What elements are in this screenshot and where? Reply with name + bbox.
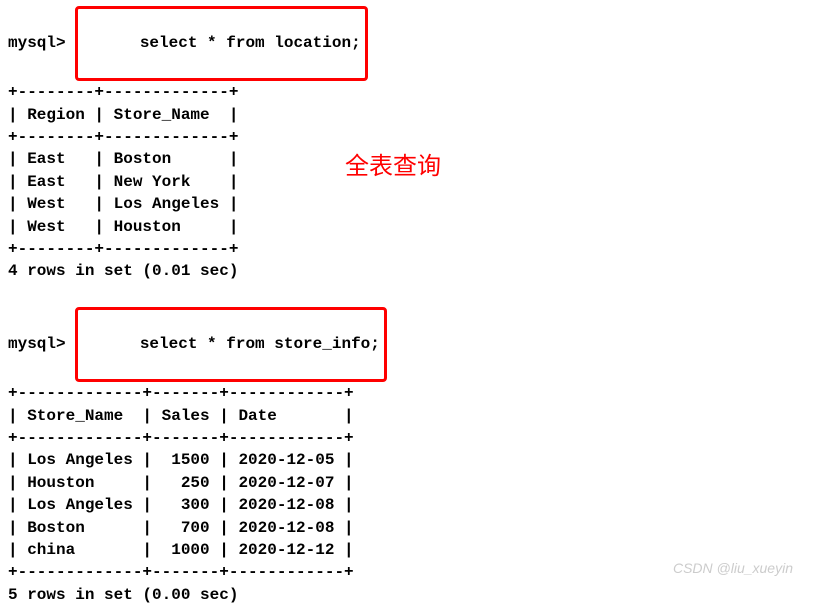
- query1-sql: select * from location;: [140, 34, 361, 52]
- query1-sql-highlight: select * from location;: [75, 6, 367, 81]
- query2-sql-highlight: select * from store_info;: [75, 307, 387, 382]
- query1-block: mysql> select * from location; +--------…: [8, 6, 805, 283]
- mysql-prompt: mysql>: [8, 32, 66, 54]
- annotation-label: 全表查询: [345, 150, 441, 184]
- query2-result-msg: 5 rows in set (0.00 sec): [8, 584, 805, 606]
- query1-prompt-line: mysql> select * from location;: [8, 6, 805, 81]
- mysql-prompt: mysql>: [8, 333, 66, 355]
- query2-sql: select * from store_info;: [140, 335, 380, 353]
- watermark: CSDN @liu_xueyin: [673, 559, 793, 579]
- query2-prompt-line: mysql> select * from store_info;: [8, 307, 805, 382]
- query2-table: +-------------+-------+------------+ | S…: [8, 382, 805, 584]
- query1-result-msg: 4 rows in set (0.01 sec): [8, 260, 805, 282]
